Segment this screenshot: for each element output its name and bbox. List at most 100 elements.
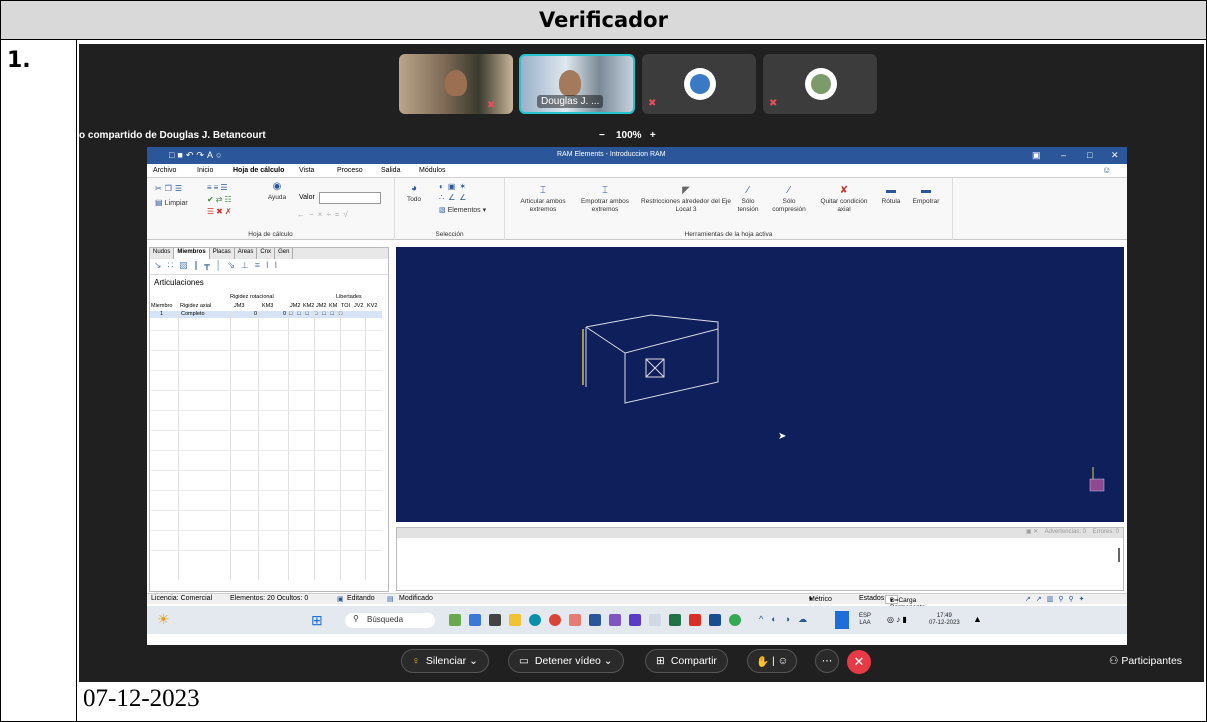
ribbon-toggle-icon[interactable]: ▣ xyxy=(1032,150,1041,161)
view-tools-icons[interactable]: ↗↗▥⚲⚲✦ xyxy=(1025,595,1089,603)
col-kv2: KV2 xyxy=(367,303,378,309)
zoom-in-button[interactable]: + xyxy=(650,130,656,141)
taskbar-app-icon[interactable] xyxy=(729,614,741,626)
col-km: KM xyxy=(329,303,338,309)
menu-inicio[interactable]: Inicio xyxy=(197,167,213,174)
solo-tension-button[interactable]: ∕ Sólo tensión xyxy=(733,186,763,214)
user-icon[interactable]: ☺ xyxy=(1102,165,1111,175)
checkbox-row[interactable]: □□□□□□□ xyxy=(289,311,347,317)
taskbar-app-icon[interactable] xyxy=(489,614,501,626)
solo-compresion-button[interactable]: ∕ Sólo compresión xyxy=(767,186,811,214)
tab-nudos[interactable]: Nudos xyxy=(150,248,175,259)
tab-cnx[interactable]: Cnx xyxy=(257,248,276,259)
status-licencia: Licencia: Comercial xyxy=(151,595,213,602)
table-row[interactable]: 1 Completo 0 0 □□□□□□□ xyxy=(150,311,382,318)
menu-proceso[interactable]: Proceso xyxy=(337,167,363,174)
participants-button[interactable]: ⚇ Participantes xyxy=(1109,655,1182,667)
quitar-axial-button[interactable]: ✘ Quitar condición axial xyxy=(815,186,873,214)
axis-triad-icon xyxy=(1089,467,1105,492)
folder-icon[interactable] xyxy=(509,614,521,626)
window-title: RAM Elements - Introduccion RAM xyxy=(557,151,666,158)
menu-hoja-de-calculo[interactable]: Hoja de cálculo xyxy=(233,167,284,174)
panel-tabs: Nudos Miembros Placas Areas Cnx Gen xyxy=(150,248,388,259)
taskbar-app-icon[interactable] xyxy=(649,614,661,626)
edge-icon[interactable] xyxy=(529,614,541,626)
col-miembro: Miembro xyxy=(151,303,173,309)
menu-archivo[interactable]: Archivo xyxy=(153,167,176,174)
tab-errores[interactable]: Errores: 0 xyxy=(1093,529,1119,535)
limpiar-button[interactable]: ▤ Limpiar xyxy=(155,198,188,207)
tab-advertencias[interactable]: Advertencias: 0 xyxy=(1045,529,1086,535)
restricciones-button[interactable]: ◤ Restricciones alrededor del Eje Local 3 xyxy=(641,186,731,214)
output-scrollbar[interactable] xyxy=(1118,548,1120,562)
participant-tile-speaker[interactable]: Douglas J. ... xyxy=(519,54,635,114)
taskbar-app-icon[interactable] xyxy=(469,614,481,626)
units-select[interactable]: Métrico ▾ xyxy=(809,595,832,603)
windows-taskbar: ☀ ⊞ ⚲ Búsqueda ^◐◑☁ ESP LAA ◎ ♪ ▮ 17:49 … xyxy=(147,606,1127,634)
model-viewport[interactable]: ➤ xyxy=(396,247,1124,522)
load-state-select[interactable]: D=Carga Permanente ▾ xyxy=(885,595,925,611)
chrome-icon[interactable] xyxy=(549,614,561,626)
more-button[interactable]: ⋯ xyxy=(815,649,839,673)
taskbar-app-icon[interactable] xyxy=(569,614,581,626)
clock[interactable]: 17:49 07-12-2023 xyxy=(929,613,960,627)
taskbar-app-icon[interactable] xyxy=(589,614,601,626)
row-tools-icons[interactable]: ≡≡☰ xyxy=(207,183,230,192)
menu-modulos[interactable]: Módulos xyxy=(419,167,445,174)
participant-tile-avatar[interactable]: ✖ xyxy=(763,54,877,114)
quick-access-toolbar[interactable]: □■↶↷A○ xyxy=(169,150,224,161)
help-icon: ◉ xyxy=(272,181,282,192)
panel-toolbar[interactable]: ↘∷▨∥┳│⇘⊥≡IⅠ xyxy=(150,259,388,275)
taskbar-search[interactable]: ⚲ Búsqueda xyxy=(345,613,435,628)
menu-salida[interactable]: Salida xyxy=(381,167,400,174)
maximize-icon[interactable]: □ xyxy=(1087,150,1092,160)
minimize-icon[interactable]: – xyxy=(1061,150,1066,160)
pin-icon[interactable]: ▣ ✕ xyxy=(1026,529,1038,535)
participant-tile-logo[interactable]: ✖ xyxy=(642,54,756,114)
mic-icon: ♀ xyxy=(412,655,420,667)
pdf-icon[interactable] xyxy=(689,614,701,626)
mic-icon[interactable] xyxy=(835,611,849,629)
empotrar-button[interactable]: ▬ Empotrar xyxy=(907,186,945,206)
share-button[interactable]: ⊞ Compartir xyxy=(645,649,728,673)
select-icons-2[interactable]: ∴∠∠ xyxy=(439,193,470,202)
ayuda-button[interactable]: ◉ Ayuda xyxy=(263,182,291,202)
valor-input[interactable] xyxy=(319,192,381,204)
close-icon[interactable]: ✕ xyxy=(1111,150,1119,161)
group-label: Selección xyxy=(435,231,464,238)
ram-elements-icon[interactable] xyxy=(709,614,721,626)
weather-icon[interactable]: ☀ xyxy=(157,611,170,628)
output-panel: ▣ ✕ Advertencias: 0 Errores: 0 xyxy=(396,527,1124,591)
menu-vista[interactable]: Vista xyxy=(299,167,314,174)
articular-ambos-button[interactable]: ⌶ Articular ambos extremos xyxy=(515,186,571,214)
onenote-icon[interactable] xyxy=(629,614,641,626)
start-icon[interactable]: ⊞ xyxy=(311,612,323,629)
taskbar-app-icon[interactable] xyxy=(609,614,621,626)
stop-video-button[interactable]: ▭ Detener vídeo ⌄ xyxy=(508,649,624,673)
reactions-button[interactable]: ✋ | ☺ xyxy=(747,649,798,673)
taskbar-app-icon[interactable] xyxy=(449,614,461,626)
zoom-out-button[interactable]: − xyxy=(599,130,605,141)
elementos-button[interactable]: ▧ Elementos ▾ xyxy=(439,206,486,214)
participant-tile-1[interactable] xyxy=(399,54,513,114)
notifications-icon[interactable]: ▲ xyxy=(973,614,982,624)
clipboard-icons[interactable]: ✂❐☰ xyxy=(155,184,185,193)
network-volume-icons[interactable]: ◎ ♪ ▮ xyxy=(887,615,907,624)
tab-areas[interactable]: Areas xyxy=(235,248,258,259)
rotula-button[interactable]: ▬ Rótula xyxy=(877,186,905,206)
tab-miembros[interactable]: Miembros xyxy=(174,248,210,259)
tray-icons[interactable]: ^◐◑☁ xyxy=(759,614,815,625)
delete-icons[interactable]: ☰✖✗ xyxy=(207,207,234,216)
excel-icon[interactable] xyxy=(669,614,681,626)
leave-button[interactable]: ✕ xyxy=(847,650,871,674)
empotrar-ambos-button[interactable]: ⌶ Empotrar ambos extremos xyxy=(577,186,633,214)
tab-placas[interactable]: Placas xyxy=(210,248,235,259)
language-indicator[interactable]: ESP LAA xyxy=(859,613,871,627)
sort-icons[interactable]: ✔⇄☷ xyxy=(207,195,234,204)
mute-button[interactable]: ♀ Silenciar ⌄ xyxy=(401,649,489,673)
todo-button[interactable]: ◕ Todo xyxy=(401,184,427,204)
col-km2: KM2 xyxy=(303,303,315,309)
tab-gen[interactable]: Gen xyxy=(275,248,294,259)
data-grid[interactable]: Rigidez rotacional Libertades Miembro Ri… xyxy=(150,290,382,580)
select-icons[interactable]: ◐▣✶ xyxy=(439,182,470,191)
